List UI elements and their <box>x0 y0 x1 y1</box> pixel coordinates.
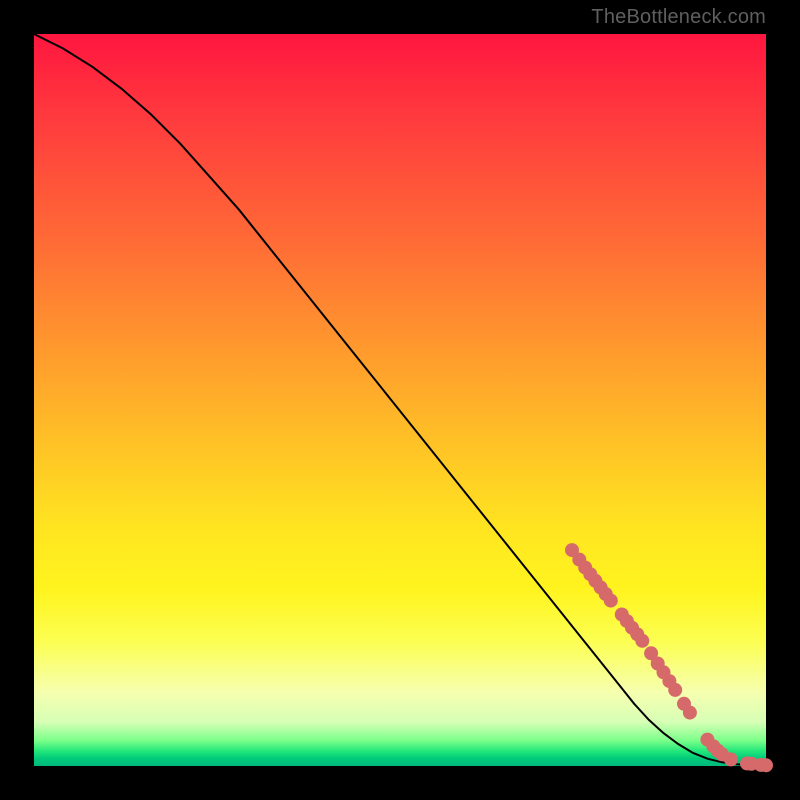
chart-svg <box>34 34 766 766</box>
chart-frame: TheBottleneck.com <box>0 0 800 800</box>
scatter-dot <box>683 706 697 720</box>
scatter-dot <box>724 752 738 766</box>
scatter-dot <box>668 683 682 697</box>
plot-area <box>34 34 766 766</box>
scatter-dot <box>759 758 773 772</box>
scatter-dot <box>635 634 649 648</box>
attribution-label: TheBottleneck.com <box>591 6 766 29</box>
scatter-dot <box>604 594 618 608</box>
